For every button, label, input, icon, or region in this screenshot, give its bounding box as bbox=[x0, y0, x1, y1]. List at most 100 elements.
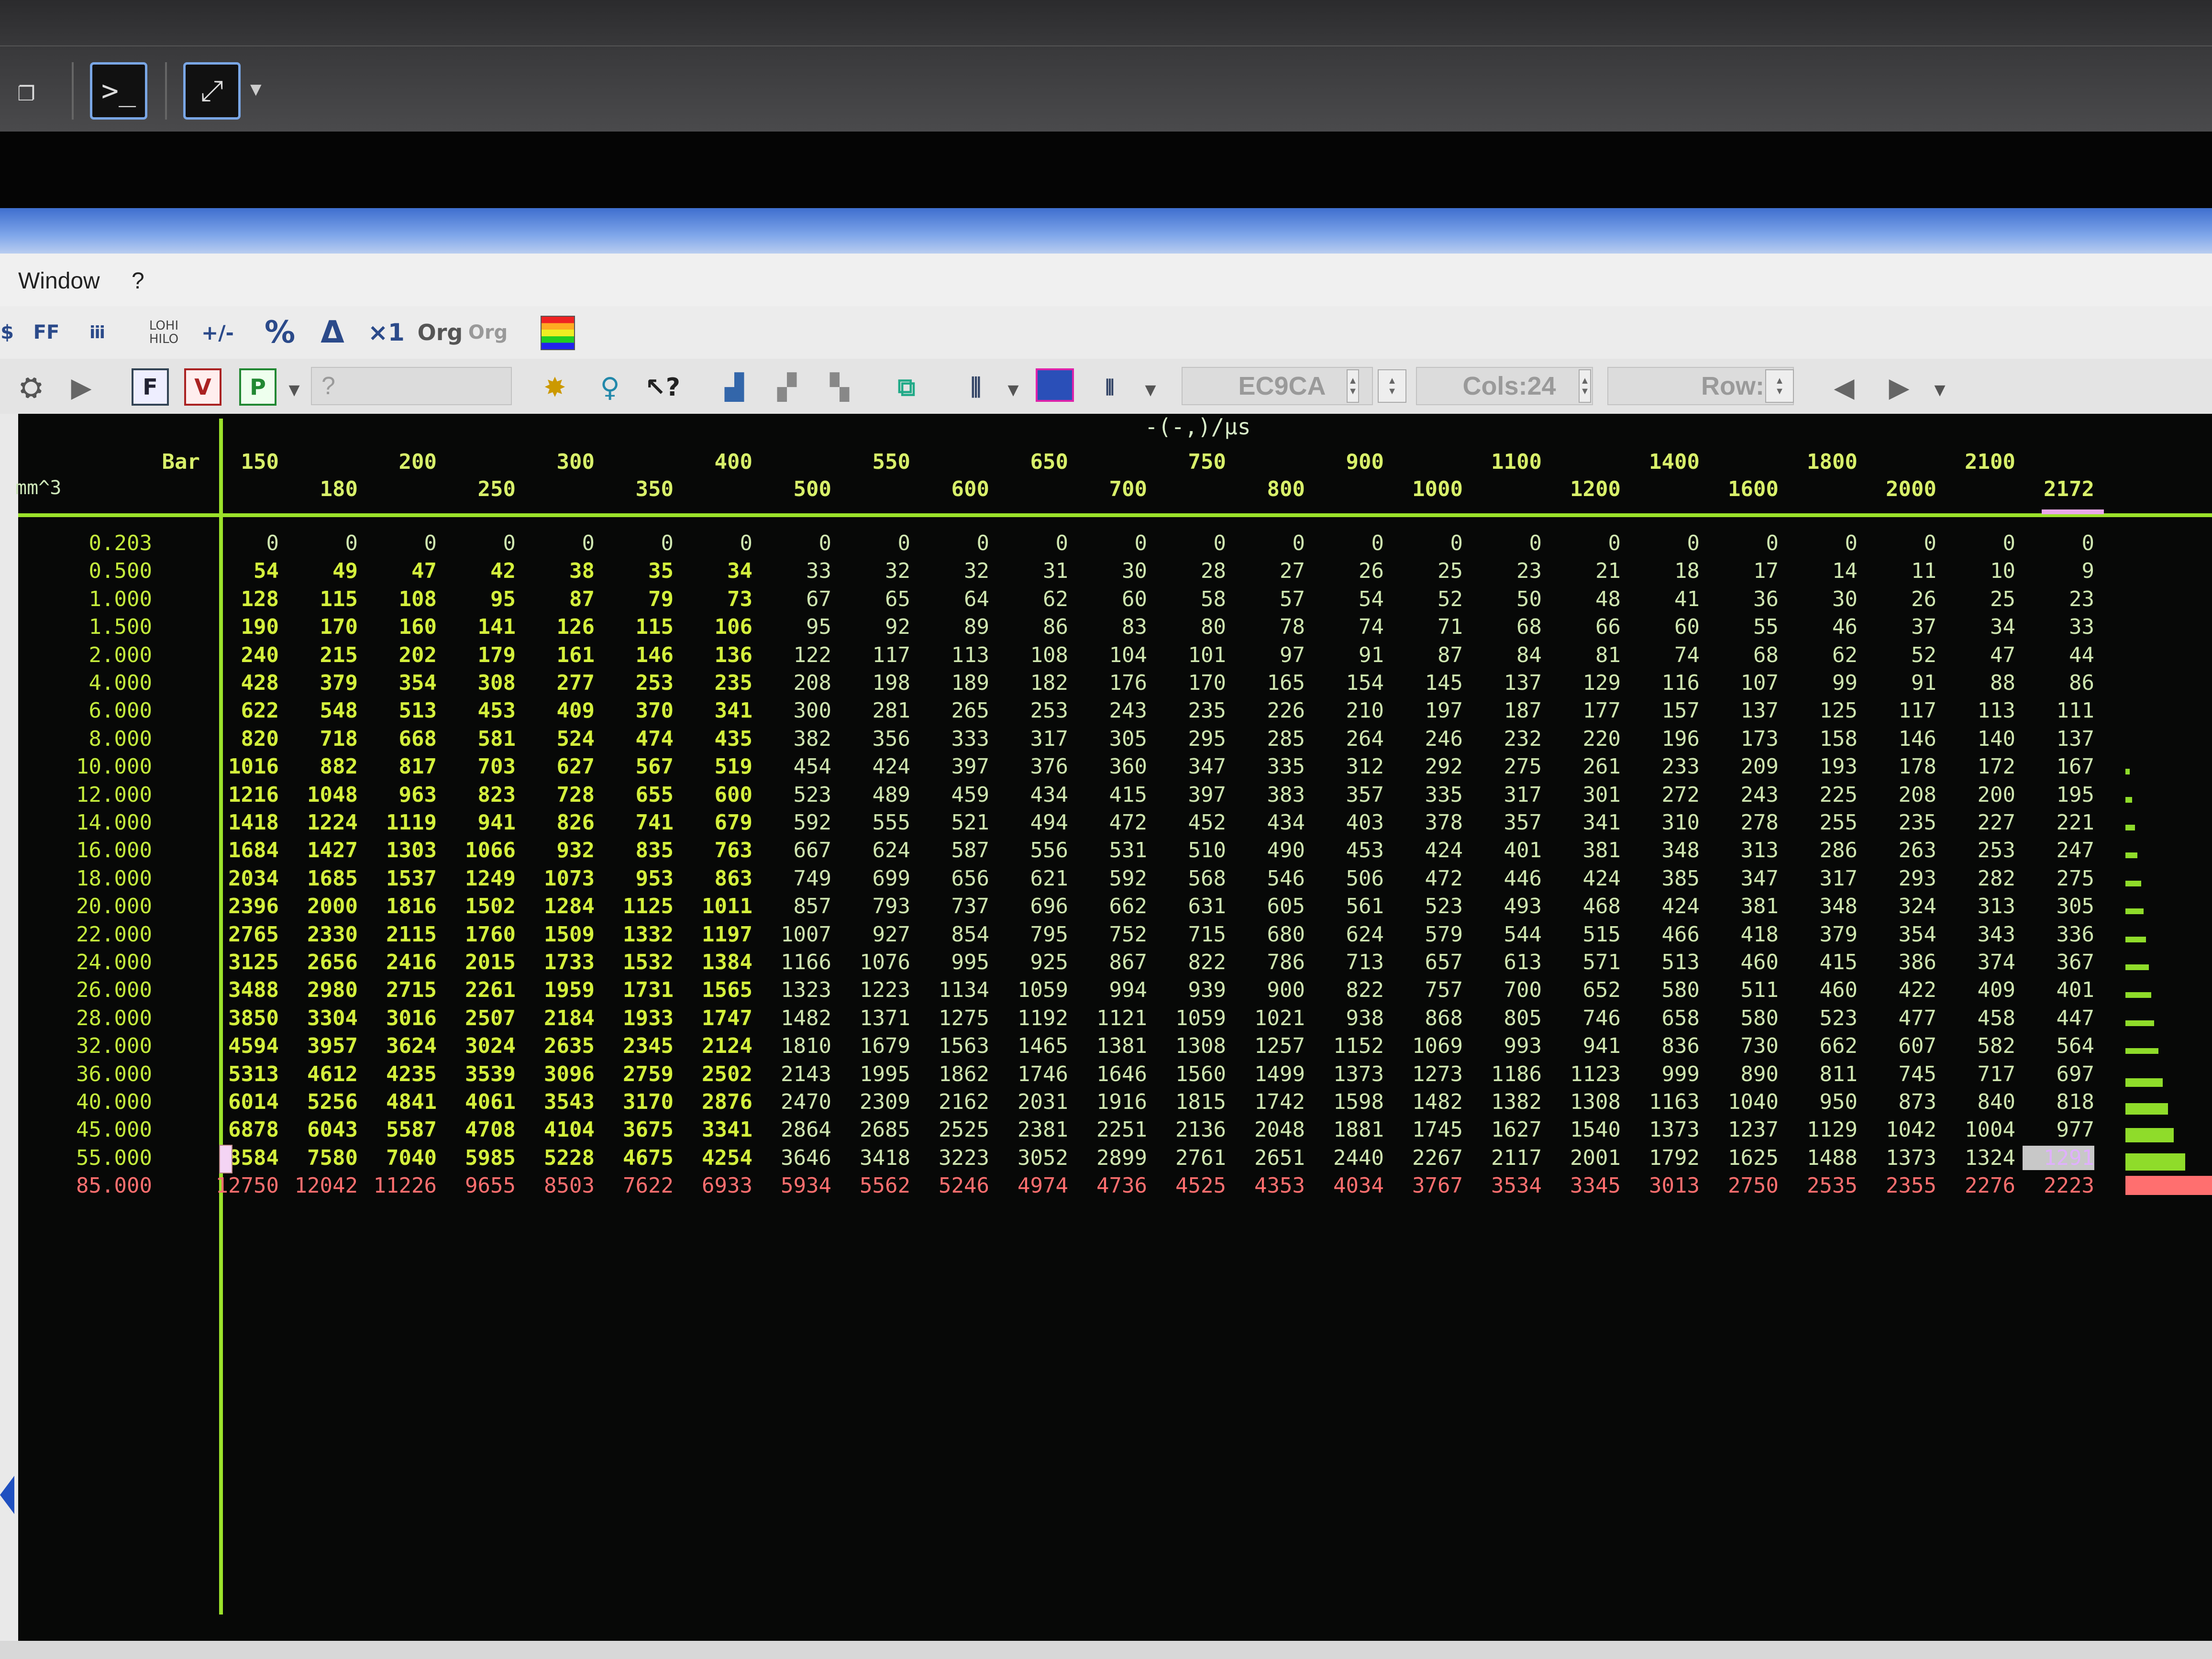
table-cell[interactable]: 0 bbox=[1865, 531, 1937, 555]
table-cell[interactable]: 116 bbox=[1628, 671, 1700, 695]
table-cell[interactable]: 74 bbox=[1312, 615, 1384, 639]
table-cell[interactable]: 822 bbox=[1312, 978, 1384, 1002]
table-cell[interactable]: 3539 bbox=[444, 1062, 516, 1086]
table-cell[interactable]: 92 bbox=[839, 615, 910, 639]
table-cell[interactable]: 581 bbox=[444, 727, 516, 751]
table-cell[interactable]: 208 bbox=[760, 671, 831, 695]
table-cell[interactable]: 523 bbox=[760, 783, 831, 807]
table-cell[interactable]: 3543 bbox=[523, 1090, 595, 1114]
table-cell[interactable]: 1565 bbox=[681, 978, 752, 1002]
table-cell[interactable]: 2750 bbox=[1707, 1173, 1779, 1198]
table-cell[interactable]: 172 bbox=[1944, 754, 2015, 779]
table-cell[interactable]: 381 bbox=[1549, 838, 1621, 863]
table-cell[interactable]: 0 bbox=[918, 531, 990, 555]
table-cell[interactable]: 161 bbox=[523, 643, 595, 667]
table-cell[interactable]: 8584 bbox=[207, 1146, 279, 1170]
table-cell[interactable]: 91 bbox=[1312, 643, 1384, 667]
table-cell[interactable]: 246 bbox=[1391, 727, 1463, 751]
table-cell[interactable]: 137 bbox=[2023, 727, 2094, 751]
plus-minus-button[interactable]: +/- bbox=[196, 313, 239, 352]
table-cell[interactable]: 3024 bbox=[444, 1034, 516, 1058]
table-cell[interactable]: 5562 bbox=[839, 1173, 910, 1198]
table-cell[interactable]: 446 bbox=[1470, 866, 1542, 891]
table-cell[interactable]: 0 bbox=[1470, 531, 1542, 555]
row-stepper[interactable]: ▲ ▼ bbox=[1765, 369, 1794, 403]
table-cell[interactable]: 71 bbox=[1391, 615, 1463, 639]
table-cell[interactable]: 2015 bbox=[444, 950, 516, 974]
table-cell[interactable]: 36 bbox=[1707, 587, 1779, 611]
chevron-down-icon[interactable]: ▼ bbox=[285, 371, 304, 409]
table-cell[interactable]: 2034 bbox=[207, 866, 279, 891]
table-cell[interactable]: 1059 bbox=[996, 978, 1068, 1002]
color-palette-icon[interactable] bbox=[541, 316, 575, 350]
table-cell[interactable]: 995 bbox=[918, 950, 989, 974]
table-cell[interactable]: 3675 bbox=[602, 1117, 674, 1142]
table-cell[interactable]: 26 bbox=[1312, 559, 1384, 583]
table-cell[interactable]: 1119 bbox=[365, 810, 437, 835]
delta-button[interactable]: Δ bbox=[313, 313, 352, 352]
table-cell[interactable]: 317 bbox=[1786, 866, 1858, 891]
table-cell[interactable]: 658 bbox=[1628, 1006, 1700, 1030]
table-cell[interactable]: 293 bbox=[1865, 866, 1936, 891]
table-cell[interactable]: 4353 bbox=[1233, 1173, 1305, 1198]
table-cell[interactable]: 157 bbox=[1628, 698, 1700, 723]
table-cell[interactable]: 1499 bbox=[1233, 1062, 1305, 1086]
table-cell[interactable]: 0 bbox=[1391, 531, 1463, 555]
table-cell[interactable]: 50 bbox=[1470, 587, 1542, 611]
table-cell[interactable]: 521 bbox=[918, 810, 989, 835]
table-cell[interactable]: 622 bbox=[207, 698, 279, 723]
table-cell[interactable]: 1237 bbox=[1707, 1117, 1779, 1142]
table-cell[interactable]: 1004 bbox=[1944, 1117, 2015, 1142]
table-cell[interactable]: 356 bbox=[839, 727, 910, 751]
table-cell[interactable]: 67 bbox=[760, 587, 831, 611]
table-cell[interactable]: 1007 bbox=[760, 922, 831, 947]
table-cell[interactable]: 379 bbox=[1786, 922, 1858, 947]
table-cell[interactable]: 115 bbox=[602, 615, 674, 639]
table-cell[interactable]: 23 bbox=[2023, 587, 2094, 611]
table-cell[interactable]: 243 bbox=[1075, 698, 1147, 723]
table-cell[interactable]: 154 bbox=[1312, 671, 1384, 695]
table-cell[interactable]: 592 bbox=[1075, 866, 1147, 891]
table-cell[interactable]: 385 bbox=[1628, 866, 1700, 891]
table-cell[interactable]: 97 bbox=[1233, 643, 1305, 667]
table-cell[interactable]: 0 bbox=[1707, 531, 1779, 555]
menu-help[interactable]: ? bbox=[132, 268, 144, 294]
table-cell[interactable]: 424 bbox=[1628, 894, 1700, 918]
insert-column-icon[interactable]: ⫴ bbox=[1088, 368, 1131, 407]
table-cell[interactable]: 1747 bbox=[681, 1006, 752, 1030]
table-cell[interactable]: 1332 bbox=[602, 922, 674, 947]
table-cell[interactable]: 999 bbox=[1628, 1062, 1700, 1086]
chevron-down-icon[interactable]: ▼ bbox=[1141, 371, 1160, 409]
table-cell[interactable]: 2535 bbox=[1786, 1173, 1858, 1198]
table-cell[interactable]: 1069 bbox=[1391, 1034, 1463, 1058]
table-cell[interactable]: 458 bbox=[1944, 1006, 2015, 1030]
table-cell[interactable]: 511 bbox=[1707, 978, 1779, 1002]
table-cell[interactable]: 749 bbox=[760, 866, 831, 891]
table-cell[interactable]: 1418 bbox=[207, 810, 279, 835]
table-cell[interactable]: 0 bbox=[1944, 531, 2016, 555]
table-cell[interactable]: 170 bbox=[286, 615, 358, 639]
table-cell[interactable]: 193 bbox=[1786, 754, 1858, 779]
table-cell[interactable]: 3624 bbox=[365, 1034, 437, 1058]
table-cell[interactable]: 336 bbox=[2023, 922, 2094, 947]
table-cell[interactable]: 424 bbox=[1391, 838, 1463, 863]
table-cell[interactable]: 477 bbox=[1865, 1006, 1936, 1030]
table-cell[interactable]: 428 bbox=[207, 671, 279, 695]
table-cell[interactable]: 555 bbox=[839, 810, 910, 835]
table-cell[interactable]: 805 bbox=[1470, 1006, 1542, 1030]
table-cell[interactable]: 0 bbox=[760, 531, 832, 555]
table-cell[interactable]: 1273 bbox=[1391, 1062, 1463, 1086]
table-cell[interactable]: 210 bbox=[1312, 698, 1384, 723]
table-cell[interactable]: 1509 bbox=[523, 922, 595, 947]
table-cell[interactable]: 6014 bbox=[207, 1090, 279, 1114]
table-cell[interactable]: 1224 bbox=[286, 810, 358, 835]
table-cell[interactable]: 140 bbox=[1944, 727, 2015, 751]
table-cell[interactable]: 401 bbox=[1470, 838, 1542, 863]
table-cell[interactable]: 38 bbox=[523, 559, 595, 583]
table-cell[interactable]: 932 bbox=[523, 838, 595, 863]
table-cell[interactable]: 818 bbox=[2023, 1090, 2094, 1114]
table-cell[interactable]: 2525 bbox=[918, 1117, 989, 1142]
table-cell[interactable]: 1040 bbox=[1707, 1090, 1779, 1114]
table-cell[interactable]: 28 bbox=[1154, 559, 1226, 583]
table-cell[interactable]: 823 bbox=[444, 783, 516, 807]
